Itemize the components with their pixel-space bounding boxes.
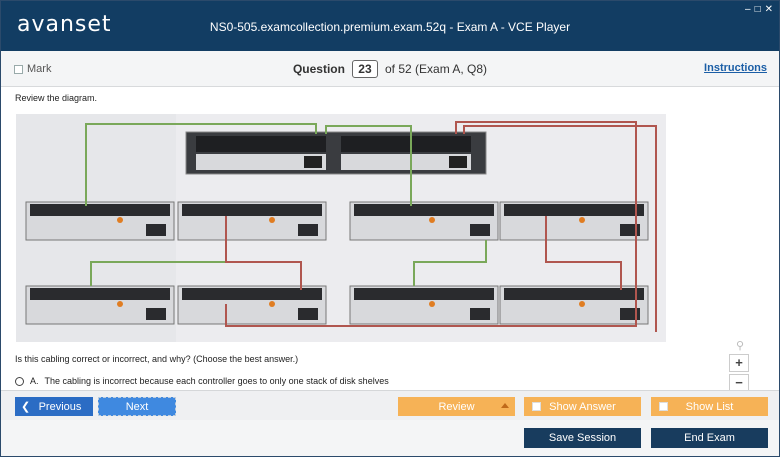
- question-suffix: of 52 (Exam A, Q8): [385, 62, 488, 76]
- cabling-diagram-image: [16, 114, 666, 342]
- answer-a-text[interactable]: The cabling is incorrect because each co…: [45, 376, 389, 386]
- answer-a-letter: A.: [30, 376, 39, 386]
- question-content: Review the diagram. Is this cabling corr…: [1, 88, 779, 390]
- controller-chassis: [185, 131, 487, 175]
- navigation-bar: ❮ Previous Next Review Show Answer Show …: [1, 390, 779, 420]
- question-number-input[interactable]: 23: [352, 60, 378, 78]
- review-button[interactable]: Review: [398, 397, 515, 416]
- show-list-label: Show List: [685, 400, 734, 413]
- save-session-button[interactable]: Save Session: [524, 428, 641, 448]
- radio-icon[interactable]: [15, 376, 24, 386]
- next-button[interactable]: Next: [98, 397, 176, 416]
- question-bar: Mark Question 23 of 52 (Exam A, Q8) Inst…: [1, 51, 779, 87]
- show-list-button[interactable]: Show List: [651, 397, 768, 416]
- show-answer-label: Show Answer: [549, 400, 616, 413]
- show-answer-button[interactable]: Show Answer: [524, 397, 641, 416]
- window-controls: – □ ✕: [745, 4, 773, 15]
- checkbox-icon[interactable]: [532, 402, 541, 411]
- title-bar: avanset NS0-505.examcollection.premium.e…: [1, 1, 779, 51]
- chevron-left-icon: ❮: [21, 401, 31, 413]
- next-label: Next: [125, 400, 149, 413]
- checkbox-icon[interactable]: [659, 402, 668, 411]
- magnifier-icon: ⚲: [735, 340, 745, 352]
- end-exam-button[interactable]: End Exam: [651, 428, 768, 448]
- zoom-controls: ⚲ + −: [729, 339, 751, 394]
- instructions-link[interactable]: Instructions: [704, 62, 767, 74]
- zoom-in-button[interactable]: +: [729, 354, 749, 372]
- question-counter: Question 23 of 52 (Exam A, Q8): [1, 60, 779, 78]
- previous-label: Previous: [38, 400, 82, 413]
- prompt-text: Review the diagram.: [15, 93, 98, 103]
- bottom-bar: Save Session End Exam: [1, 420, 779, 456]
- cabling-diagram-svg: [16, 114, 666, 342]
- question-label: Question: [292, 62, 345, 76]
- maximize-icon[interactable]: □: [755, 4, 761, 15]
- review-label: Review: [438, 400, 475, 413]
- question-text: Is this cabling correct or incorrect, an…: [15, 354, 299, 364]
- vce-player-window: avanset NS0-505.examcollection.premium.e…: [0, 0, 780, 457]
- answer-option-a[interactable]: A. The cabling is incorrect because each…: [15, 376, 389, 386]
- minimize-icon[interactable]: –: [745, 4, 751, 15]
- close-icon[interactable]: ✕: [765, 4, 773, 15]
- window-title: NS0-505.examcollection.premium.exam.52q …: [209, 20, 571, 34]
- caret-up-icon: [501, 403, 509, 408]
- previous-button[interactable]: ❮ Previous: [15, 397, 93, 416]
